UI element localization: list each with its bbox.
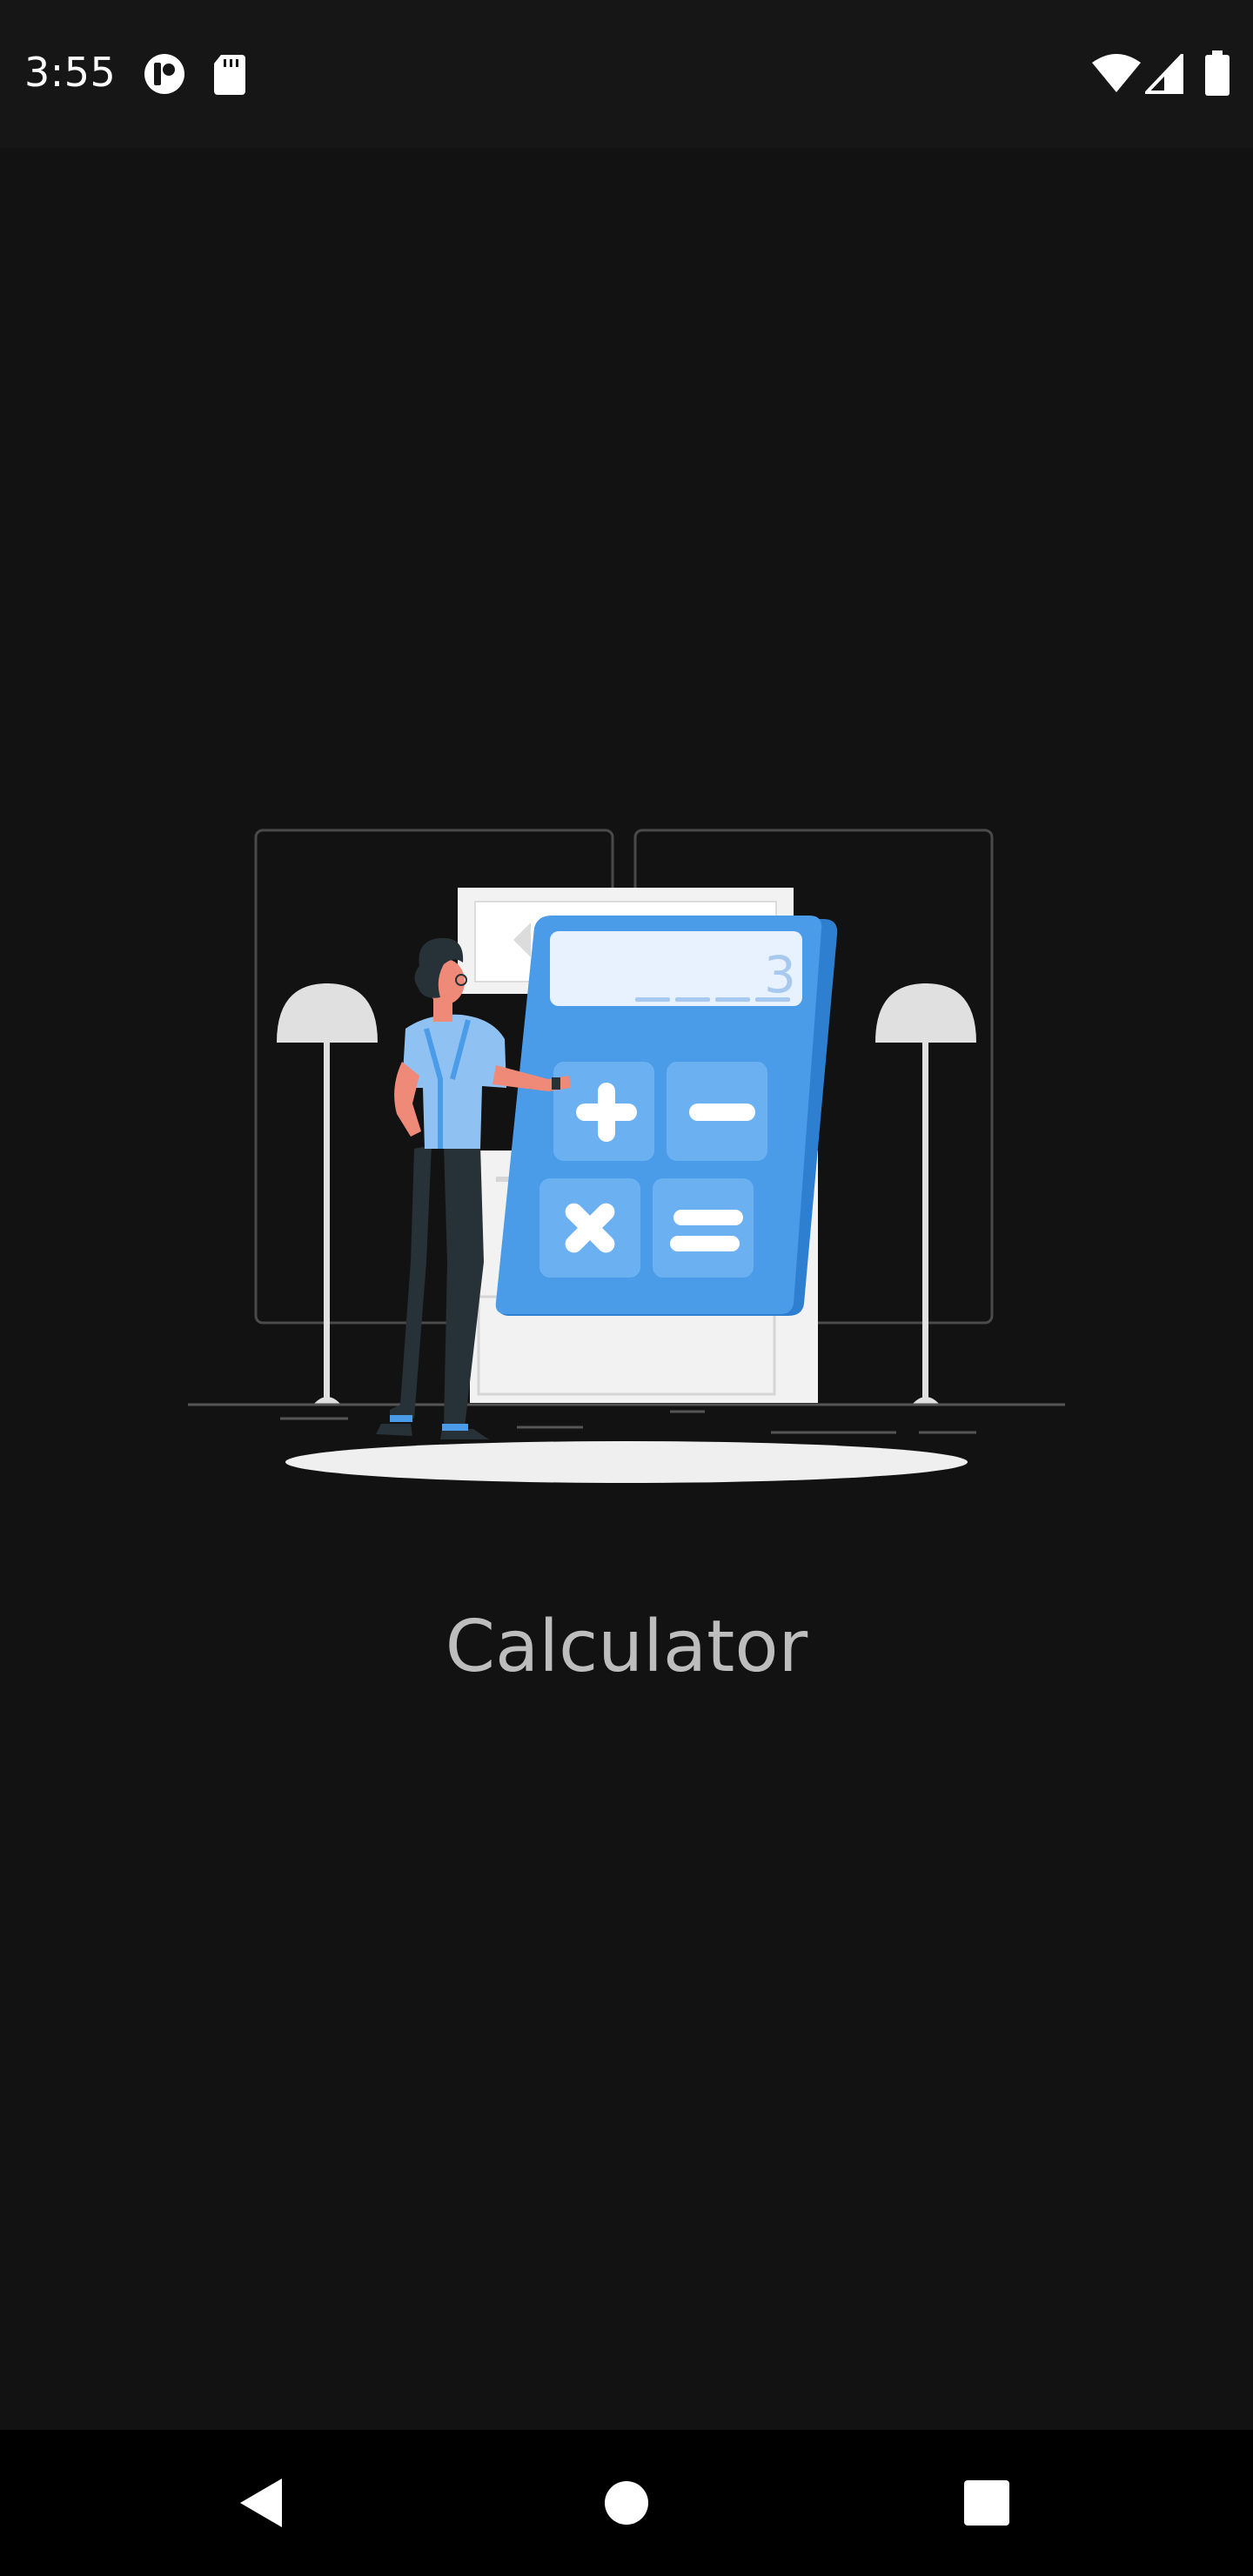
person-with-calculator-illustration: 3: [188, 828, 1065, 1483]
battery-icon: [1205, 50, 1230, 96]
app-title: Calculator: [445, 1606, 808, 1688]
recents-button[interactable]: [917, 2430, 1056, 2576]
sd-card-icon: [214, 55, 245, 95]
recents-icon: [964, 2480, 1009, 2526]
back-button[interactable]: [191, 2430, 331, 2576]
left-lamp: [277, 983, 378, 1405]
status-bar: 3:55: [0, 0, 1253, 148]
svg-text:3: 3: [764, 945, 796, 1004]
home-button[interactable]: [557, 2430, 696, 2576]
cellular-signal-icon: [1145, 54, 1183, 94]
home-icon: [605, 2481, 648, 2525]
calculator-graphic: 3: [495, 916, 838, 1316]
right-lamp: [875, 983, 976, 1405]
notification-app-icon: [144, 54, 184, 94]
navigation-bar: [0, 2430, 1253, 2576]
wifi-icon: [1092, 54, 1141, 92]
back-icon: [240, 2479, 282, 2527]
status-time: 3:55: [24, 49, 117, 96]
